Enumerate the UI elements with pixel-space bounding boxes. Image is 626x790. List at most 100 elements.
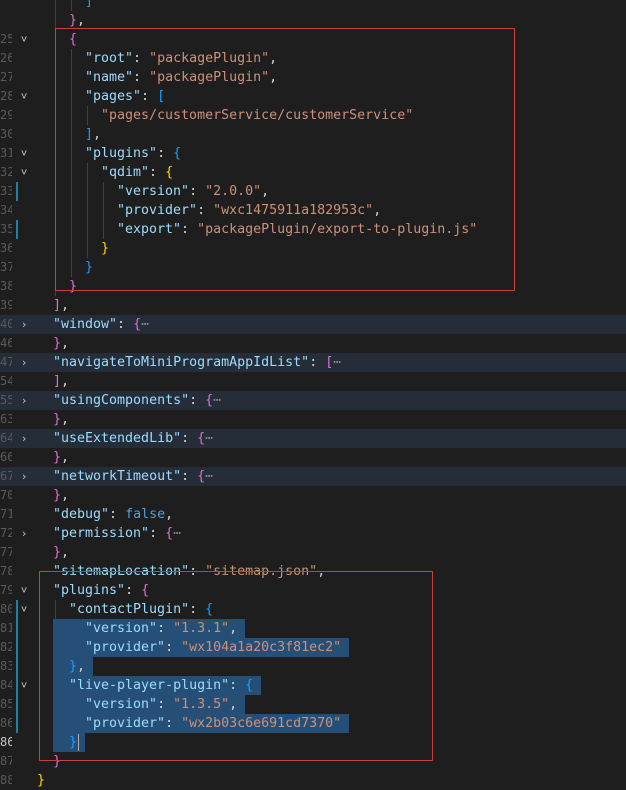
code-line[interactable]: 77},	[0, 543, 626, 562]
fold-chevron-right-icon[interactable]: ›	[18, 467, 30, 486]
line-number: 39	[0, 298, 12, 312]
fold-chevron-down-icon[interactable]: ˅	[18, 163, 30, 182]
code-line[interactable]: 47 › "navigateToMiniProgramAppIdList": [⋯	[0, 353, 626, 372]
code-line[interactable]: 32 ˅ "qdim": {	[0, 163, 626, 182]
code-line[interactable]: 88}	[0, 771, 626, 790]
code-text: "version": "1.3.5",	[85, 695, 237, 714]
code-line[interactable]: 63},	[0, 410, 626, 429]
modified-line-marker	[16, 657, 18, 676]
fold-chevron-right-icon[interactable]: ›	[18, 315, 30, 334]
code-token: :	[181, 431, 198, 446]
indent-guide	[103, 201, 104, 220]
code-token: }	[53, 545, 62, 560]
code-token: "root"	[85, 51, 134, 66]
code-line[interactable]: 34 "provider": "wxc1475911a182953c",	[0, 201, 626, 220]
indent-guide	[55, 87, 56, 106]
code-token: }	[53, 450, 62, 465]
code-line[interactable]: 70},	[0, 486, 626, 505]
code-line[interactable]: 81 "version": "1.3.1",	[0, 619, 626, 638]
code-line[interactable]: 54],	[0, 372, 626, 391]
code-line[interactable]: 30],	[0, 125, 626, 144]
code-token: ,	[61, 545, 70, 560]
code-token: ,	[229, 621, 238, 636]
fold-chevron-right-icon[interactable]: ›	[18, 429, 30, 448]
fold-chevron-down-icon[interactable]: ˅	[18, 581, 30, 600]
code-token: "networkTimeout"	[53, 469, 182, 484]
code-token: "pages"	[85, 89, 142, 104]
code-line[interactable]: 38}	[0, 277, 626, 296]
fold-chevron-down-icon[interactable]: ˅	[18, 30, 30, 49]
code-line[interactable]: 28 ˅ "pages": [	[0, 87, 626, 106]
code-line[interactable]: 55 › "usingComponents": {⋯	[0, 391, 626, 410]
code-line[interactable]: 35 "export": "packagePlugin/export-to-plu…	[0, 220, 626, 239]
code-line[interactable]: 64 › "useExtendedLib": {⋯	[0, 429, 626, 448]
indent-guide	[71, 258, 72, 277]
code-line[interactable]: 80 ˅ "contactPlugin": {	[0, 600, 626, 619]
code-line[interactable]: 39],	[0, 296, 626, 315]
fold-chevron-right-icon[interactable]: ›	[18, 391, 30, 410]
code-line[interactable]: 33 "version": "2.0.0",	[0, 182, 626, 201]
code-line[interactable]: 83},	[0, 657, 626, 676]
code-token: :	[189, 564, 206, 579]
code-line[interactable]: },	[0, 11, 626, 30]
code-line[interactable]: 85 "version": "1.3.5",	[0, 695, 626, 714]
indent-guide	[103, 182, 104, 201]
code-token: {	[245, 678, 254, 693]
line-number: 40	[0, 317, 12, 331]
code-token: :	[197, 203, 214, 218]
code-token: }	[69, 659, 78, 674]
code-line[interactable]: 31 ˅ "plugins": {	[0, 144, 626, 163]
code-token: "usingComponents"	[53, 393, 190, 408]
code-line[interactable]: 79 ˅ "plugins": {	[0, 581, 626, 600]
code-line[interactable]: 67 › "networkTimeout": {⋯	[0, 467, 626, 486]
modified-line-marker	[16, 220, 18, 239]
code-line[interactable]: 29 "pages/customerService/customerService…	[0, 106, 626, 125]
modified-line-marker	[16, 182, 18, 201]
code-line[interactable]: 82 "provider": "wx104a1a20c3f81ec2"	[0, 638, 626, 657]
code-line[interactable]: 40 › "window": {⋯	[0, 315, 626, 334]
fold-chevron-down-icon[interactable]: ˅	[18, 600, 30, 619]
code-token: ⋯	[213, 393, 222, 408]
indent-guide	[87, 201, 88, 220]
code-token: ,	[269, 51, 278, 66]
fold-chevron-down-icon[interactable]: ˅	[18, 676, 30, 695]
indent-guide	[71, 201, 72, 220]
code-editor[interactable]: ]}, 25 ˅ {26 "root": "packagePlugin", 27 "name…	[0, 0, 626, 788]
code-text: "qdim": {	[101, 163, 173, 182]
code-token: }	[85, 260, 94, 275]
fold-chevron-down-icon[interactable]: ˅	[18, 144, 30, 163]
indent-guide	[55, 106, 56, 125]
code-text: ],	[53, 372, 69, 391]
code-token: ,	[77, 13, 86, 28]
code-token: "debug"	[53, 507, 110, 522]
code-line[interactable]: 46},	[0, 334, 626, 353]
indent-guide	[55, 30, 56, 49]
line-number: 35	[0, 222, 12, 236]
code-token: ,	[229, 697, 238, 712]
code-token: }	[37, 773, 46, 788]
code-line[interactable]: ]	[0, 0, 626, 11]
code-line[interactable]: 36}	[0, 239, 626, 258]
text-cursor	[78, 734, 79, 751]
code-token: :	[141, 89, 158, 104]
code-line[interactable]: 27 "name": "packagePlugin",	[0, 68, 626, 87]
code-line[interactable]: 37}	[0, 258, 626, 277]
fold-chevron-right-icon[interactable]: ›	[18, 353, 30, 372]
code-line[interactable]: 84 ˅ "live-player-plugin": {	[0, 676, 626, 695]
code-line[interactable]: 72 › "permission": {⋯	[0, 524, 626, 543]
code-line[interactable]: 86 "provider": "wx2b03c6e691cd7370"	[0, 714, 626, 733]
code-line[interactable]: 87}	[0, 752, 626, 771]
code-line[interactable]: 26 "root": "packagePlugin",	[0, 49, 626, 68]
code-line[interactable]: 78 "sitemapLocation": "sitemap.json",	[0, 562, 626, 581]
fold-chevron-right-icon[interactable]: ›	[18, 524, 30, 543]
code-token: ,	[61, 450, 70, 465]
code-line[interactable]: 86}	[0, 733, 626, 752]
code-line[interactable]: 25 ˅ {	[0, 30, 626, 49]
line-number: 28	[0, 89, 12, 103]
code-token: "live-player-plugin"	[69, 678, 230, 693]
code-token: }	[101, 241, 110, 256]
code-line[interactable]: 66},	[0, 448, 626, 467]
code-line[interactable]: 71 "debug": false,	[0, 505, 626, 524]
fold-chevron-down-icon[interactable]: ˅	[18, 87, 30, 106]
code-token: ⋯	[205, 431, 214, 446]
